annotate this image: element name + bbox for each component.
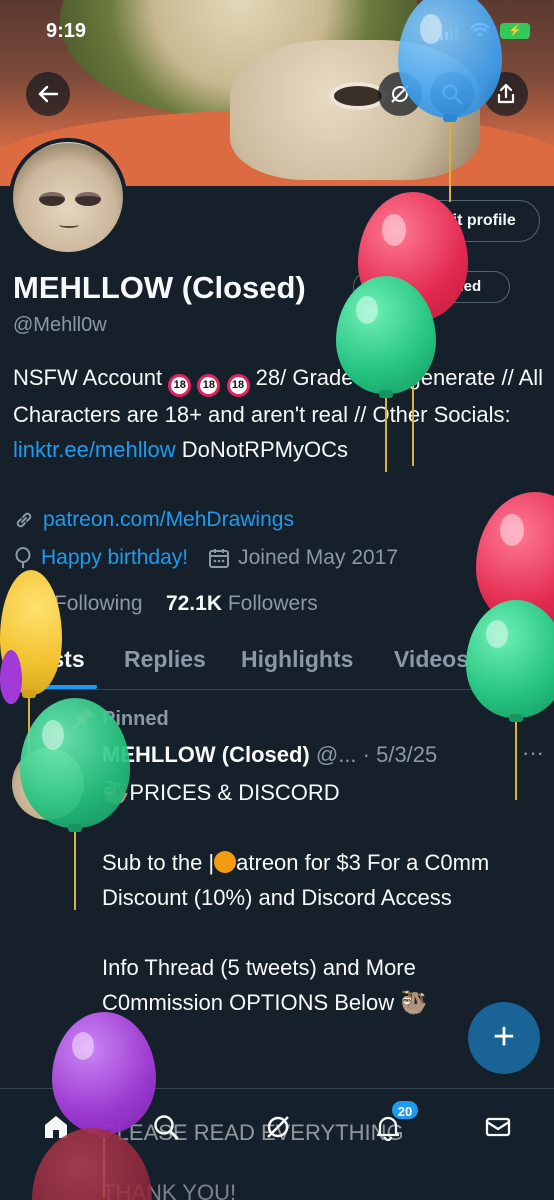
get-verified-label: Get verified: [398, 278, 482, 295]
edit-profile-button[interactable]: Edit profile: [408, 200, 540, 242]
tweet-line-5: THANK YOU!: [102, 1180, 237, 1200]
tweet-meta: @... · 5/3/25: [309, 742, 438, 767]
search-button[interactable]: [430, 72, 474, 116]
nav-messages[interactable]: [478, 1107, 518, 1147]
website-row: patreon.com/MehDrawings: [13, 508, 294, 532]
status-icons: ⚡: [440, 22, 530, 40]
plus-icon: +: [492, 1016, 516, 1058]
following-count: 778: [13, 592, 49, 615]
cellular-signal-icon: [440, 22, 460, 40]
no-under-18-icon: 18: [226, 374, 250, 397]
status-bar: 9:19 ⚡: [0, 0, 554, 62]
avatar-mouth: [59, 222, 79, 228]
sloth-emoji-icon: 🦥: [400, 990, 428, 1015]
status-time: 9:19: [46, 20, 87, 42]
profile-handle: @Mehll0w: [13, 314, 107, 336]
profile-bio: NSFW Account 18 18 18 28/ Grade-A Degene…: [13, 360, 548, 467]
tweet-line-2a: Sub to the |: [102, 850, 215, 875]
bio-text-3: DoNotRPMyOCs: [175, 437, 348, 462]
tab-photos[interactable]: Photos: [505, 646, 554, 673]
profile-avatar[interactable]: [9, 138, 127, 256]
display-name: MEHLLOW (Closed): [13, 270, 306, 305]
tweet-more-button[interactable]: ···: [522, 740, 544, 766]
pin-icon: 📌: [72, 709, 95, 729]
following-label: Following: [53, 592, 143, 615]
avatar-eye-right: [75, 192, 101, 206]
balloon-icon: [15, 547, 31, 568]
calendar-icon: [209, 549, 230, 568]
tweet-line-4: PLEASE READ EVERYTHING: [102, 1120, 404, 1145]
follow-stats: 778 Following 72.1K Followers: [13, 592, 318, 616]
joined-date: Joined May 2017: [238, 546, 399, 569]
grok-button[interactable]: [378, 72, 422, 116]
get-verified-button[interactable]: ✓ Get verified: [353, 271, 510, 303]
home-icon: [45, 1116, 67, 1138]
messages-icon: [485, 1117, 511, 1137]
no-under-18-icon: 18: [197, 374, 221, 397]
pinned-label: Pinned: [102, 708, 169, 730]
tweet-header: MEHLLOW (Closed) @... · 5/3/25: [102, 742, 437, 768]
sloth-emoji-icon: 🦥: [102, 780, 130, 805]
tweet-avatar[interactable]: [12, 748, 84, 820]
followers-link[interactable]: 72.1K Followers: [166, 592, 318, 615]
balloon-red-right: [476, 492, 554, 642]
back-button[interactable]: [26, 72, 70, 116]
avatar-image: [13, 142, 123, 252]
nav-home[interactable]: [36, 1107, 76, 1147]
website-link[interactable]: patreon.com/MehDrawings: [43, 508, 294, 532]
share-button[interactable]: [484, 72, 528, 116]
search-icon: [442, 84, 463, 105]
birthday-link[interactable]: Happy birthday!: [41, 546, 188, 570]
tab-highlights[interactable]: Highlights: [241, 646, 353, 673]
wifi-icon: [470, 23, 490, 37]
followers-label: Followers: [227, 592, 318, 615]
active-tab-indicator: [22, 685, 97, 689]
tweet-line-3: Info Thread (5 tweets) and More C0mmissi…: [102, 955, 416, 1015]
verified-check-icon: ✓: [381, 278, 399, 295]
profile-meta-row: Happy birthday! Joined May 2017: [13, 546, 398, 570]
avatar-eye-left: [39, 192, 65, 206]
tweet-line-1: PRICES & DISCORD: [129, 780, 340, 805]
compose-post-button[interactable]: +: [468, 1002, 540, 1074]
tab-posts[interactable]: Posts: [22, 646, 85, 673]
battery-icon: ⚡: [500, 23, 530, 39]
share-icon: [497, 83, 515, 104]
tweet-body[interactable]: 🦥PRICES & DISCORD Sub to the | atreon for…: [102, 775, 542, 1055]
profile-tabs: Posts Replies Highlights Videos Photos: [0, 640, 554, 690]
tab-videos[interactable]: Videos: [394, 646, 469, 673]
grok-icon: [391, 85, 409, 103]
no-under-18-icon: 18: [168, 374, 192, 397]
followers-count: 72.1K: [165, 592, 222, 615]
tweet-author[interactable]: MEHLLOW (Closed): [102, 742, 310, 767]
arrow-left-icon: [38, 85, 59, 103]
bio-text-1: NSFW Account: [13, 365, 169, 390]
bio-link[interactable]: linktr.ee/mehllow: [13, 437, 176, 462]
following-link[interactable]: 778 Following: [13, 592, 143, 615]
link-icon: [16, 512, 32, 528]
orange-circle-icon: [214, 851, 237, 873]
tab-replies[interactable]: Replies: [124, 646, 206, 673]
notification-badge: 20: [390, 1099, 420, 1121]
